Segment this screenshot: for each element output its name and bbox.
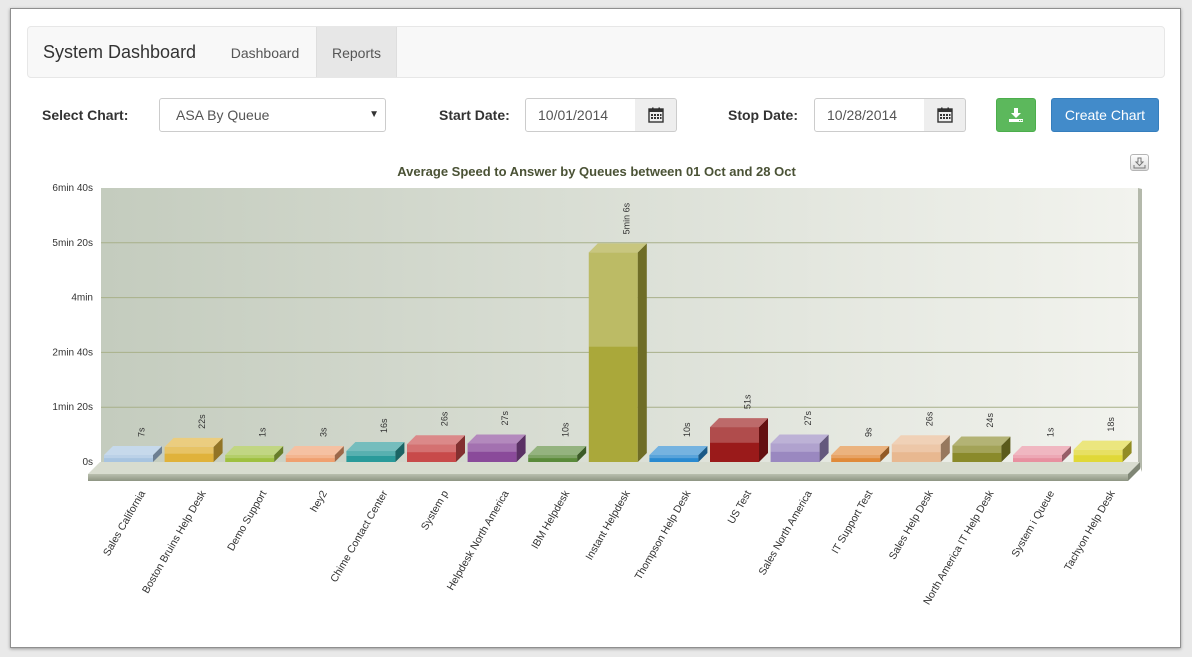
data-label: 27s [803,410,813,425]
x-tick-label: Tachyon Help Desk [1062,488,1118,573]
data-label: 16s [379,418,389,433]
bar-highlight [1013,455,1062,459]
bar[interactable] [770,434,829,462]
data-label: 7s [137,427,147,437]
bar-top [285,446,344,455]
bar-top [710,418,768,428]
bar-top [891,435,950,445]
chart-floor-top [88,462,1140,474]
data-label: 10s [561,422,571,437]
bar-highlight [467,443,517,452]
bar[interactable] [225,446,284,462]
bar[interactable] [710,418,768,462]
x-tick-label: Thompson Help Desk [633,488,694,582]
bar-top [831,446,890,455]
bar[interactable] [285,446,344,462]
bar-highlight [649,455,699,459]
bar-side [637,243,647,462]
bar-top [1013,446,1071,455]
data-label: 51s [743,394,753,409]
bar-highlight [528,455,578,459]
bar-highlight [891,444,941,453]
data-label: 1s [258,427,268,437]
data-label: 5min 6s [621,202,631,234]
x-tick-label: System p [419,488,451,532]
bar-top [104,446,162,455]
data-label: 3s [318,427,328,437]
bar[interactable] [467,434,526,462]
bar[interactable] [1013,446,1071,462]
bar-highlight [710,427,759,443]
x-tick-label: Helpdesk North America [445,488,512,592]
bar[interactable] [952,436,1011,462]
bar-top [649,446,708,455]
bar-highlight [164,446,214,454]
x-tick-label: Demo Support [225,488,269,553]
chart-floor [88,474,1128,481]
bar-highlight [588,252,638,347]
y-tick-label: 4min [71,293,93,304]
x-tick-label: Boston Bruins Help Desk [140,488,209,596]
x-tick-label: North America IT Help Desk [921,488,997,607]
bar[interactable] [407,435,465,462]
data-label: 27s [500,410,510,425]
bar-highlight [346,451,396,456]
bar-top [1073,440,1132,450]
bar-top [952,436,1011,446]
bar[interactable] [831,446,890,462]
bar-highlight [285,455,335,459]
bar-top [528,446,587,455]
bar[interactable] [891,435,950,462]
bar-top [225,446,284,455]
x-tick-label: System i Queue [1009,488,1057,559]
data-label: 9s [864,427,874,437]
bar-highlight [407,444,456,453]
bar-top [407,435,465,445]
bar-top [770,434,829,444]
bar[interactable] [104,446,162,462]
data-label: 1s [1046,427,1056,437]
data-label: 18s [1106,417,1116,432]
bar-highlight [1073,449,1123,456]
bar[interactable] [1073,440,1132,462]
x-tick-label: US Test [725,488,754,526]
bar-top [164,437,223,447]
bar-top [346,442,405,452]
data-label: 10s [682,422,692,437]
bar[interactable] [164,437,223,462]
bar-highlight [952,445,1002,453]
bar[interactable] [649,446,708,462]
x-tick-label: hey2 [308,488,330,514]
y-tick-label: 0s [82,457,93,468]
bar-highlight [770,443,820,452]
x-tick-label: Sales California [101,488,148,558]
bar[interactable] [588,243,647,462]
bar-top [467,434,526,444]
x-tick-label: Sales Help Desk [887,488,937,562]
y-tick-label: 5min 20s [52,238,93,249]
data-label: 22s [197,414,207,429]
x-tick-label: IT Support Test [829,488,875,555]
bar[interactable] [528,446,587,462]
bar-chart: 0s 1min 20s 2min 40s 4min 5min 20s 6min 40s 7… [52,183,1142,607]
data-label: 26s [440,411,450,426]
x-tick-label: IBM Helpdesk [529,488,572,551]
app-window: System Dashboard Dashboard Reports Selec… [10,8,1181,648]
y-tick-label: 6min 40s [52,183,93,194]
y-tick-label: 1min 20s [52,402,93,413]
data-label: 24s [985,413,995,428]
bar-highlight [104,455,153,459]
y-tick-label: 2min 40s [52,347,93,358]
bar[interactable] [346,442,405,462]
bar-highlight [225,455,275,459]
x-tick-label: Chime Contact Center [328,488,391,584]
bar-highlight [831,455,881,459]
x-tick-label: Instant Helpdesk [583,488,633,562]
data-label: 26s [924,411,934,426]
x-tick-label: Sales North America [756,488,814,577]
bar-top [588,243,647,253]
